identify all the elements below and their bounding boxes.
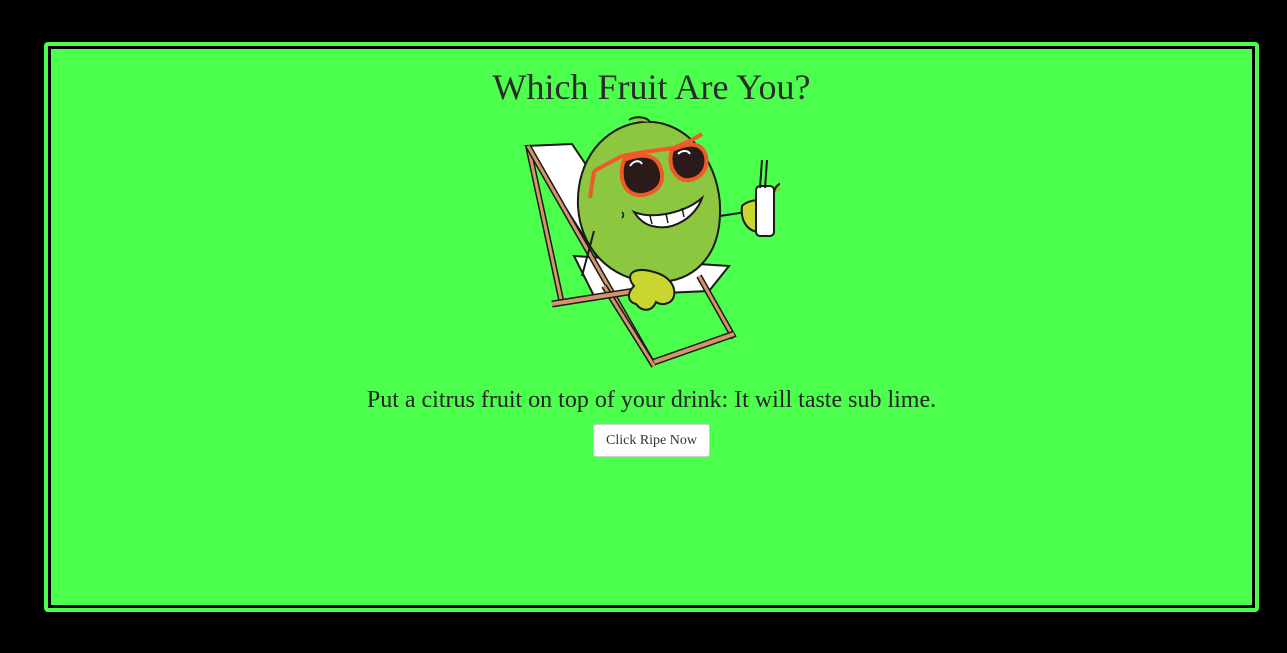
content-panel: Which Fruit Are You? Put a citrus fruit … (44, 42, 1259, 612)
fruit-joke-text: Put a citrus fruit on top of your drink:… (366, 387, 937, 413)
click-ripe-now-button[interactable]: Click Ripe Now (593, 424, 710, 457)
page-title: Which Fruit Are You? (492, 67, 811, 107)
lime-in-beach-chair-with-sunglasses-icon (524, 116, 780, 368)
